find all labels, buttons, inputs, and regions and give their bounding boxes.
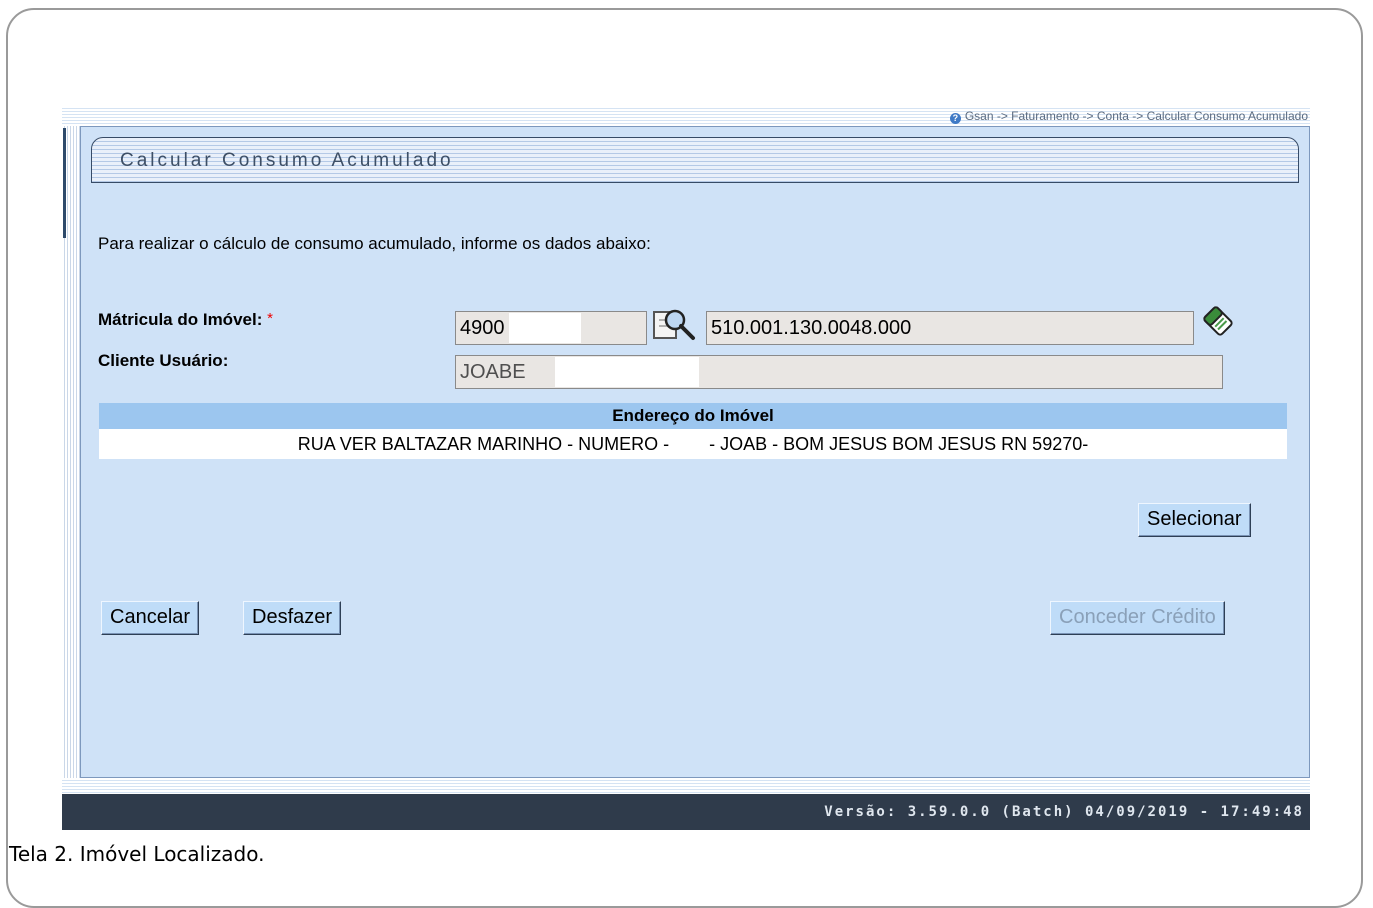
top-strip: ? Gsan -> Faturamento -> Conta -> Calcula… xyxy=(62,106,1310,126)
cliente-label: Cliente Usuário: xyxy=(98,351,229,370)
figure-caption: Tela 2. Imóvel Localizado. xyxy=(9,842,265,866)
gsan-app-window: ? Gsan -> Faturamento -> Conta -> Calcula… xyxy=(62,106,1310,830)
required-marker: * xyxy=(267,310,273,327)
search-icon[interactable] xyxy=(652,307,698,343)
conceder-credito-button: Conceder Crédito xyxy=(1050,601,1225,635)
breadcrumb-text: Gsan -> Faturamento -> Conta -> Calcular… xyxy=(964,109,1308,123)
selecionar-button[interactable]: Selecionar xyxy=(1138,503,1251,537)
desfazer-button[interactable]: Desfazer xyxy=(243,601,342,635)
cliente-value: JOABE xyxy=(460,361,526,383)
version-footer: Versão: 3.59.0.0 (Batch) 04/09/2019 - 17… xyxy=(62,794,1310,830)
matricula-value: 4900 xyxy=(460,317,505,339)
cancelar-button[interactable]: Cancelar xyxy=(101,601,200,635)
bottom-strip xyxy=(62,778,1310,794)
inscricao-value: 510.001.130.0048.000 xyxy=(711,317,912,339)
redaction xyxy=(509,313,581,343)
left-menu-handle[interactable] xyxy=(63,128,66,238)
address-value: RUA VER BALTAZAR MARINHO - NUMERO - - JO… xyxy=(99,429,1287,459)
matricula-label: Mátricula do Imóvel: * xyxy=(98,310,273,330)
breadcrumb: ? Gsan -> Faturamento -> Conta -> Calcula… xyxy=(949,109,1308,124)
redaction xyxy=(555,357,699,387)
address-header: Endereço do Imóvel xyxy=(99,403,1287,429)
page-title-box: Calcular Consumo Acumulado xyxy=(91,137,1299,183)
main-panel: Calcular Consumo Acumulado Para realizar… xyxy=(80,126,1310,778)
eraser-icon[interactable] xyxy=(1202,303,1234,339)
inscricao-field: 510.001.130.0048.000 xyxy=(706,311,1194,345)
matricula-label-text: Mátricula do Imóvel: xyxy=(98,310,263,329)
instructions-text: Para realizar o cálculo de consumo acumu… xyxy=(98,234,651,253)
help-icon[interactable]: ? xyxy=(949,113,961,124)
page-title: Calcular Consumo Acumulado xyxy=(120,150,454,171)
